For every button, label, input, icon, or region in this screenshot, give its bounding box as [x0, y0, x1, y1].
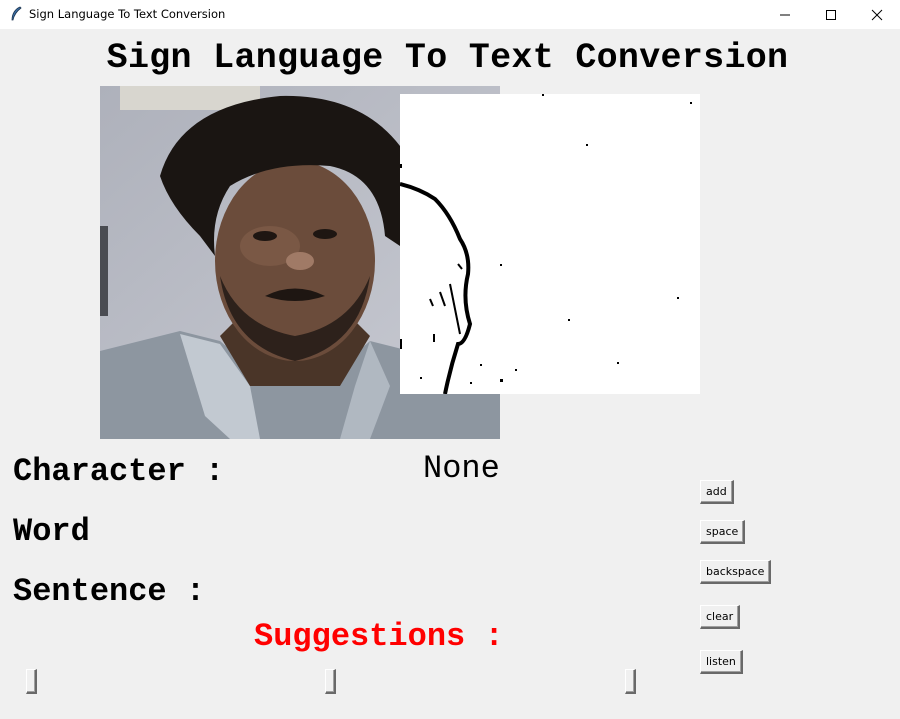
listen-button[interactable]: listen — [700, 650, 743, 674]
space-button[interactable]: space — [700, 520, 746, 544]
suggestion-button-1[interactable] — [26, 669, 37, 694]
page-title: Sign Language To Text Conversion — [106, 38, 789, 78]
window-title: Sign Language To Text Conversion — [29, 7, 226, 21]
character-label: Character : — [13, 453, 225, 490]
minimize-button[interactable] — [762, 0, 808, 29]
maximize-icon — [826, 9, 836, 20]
maximize-button[interactable] — [808, 0, 854, 29]
close-button[interactable] — [854, 0, 900, 29]
add-button[interactable]: add — [700, 480, 734, 504]
close-icon — [871, 9, 883, 20]
word-label: Word — [13, 513, 90, 550]
backspace-button[interactable]: backspace — [700, 560, 772, 584]
minimize-icon — [780, 14, 790, 15]
clear-button[interactable]: clear — [700, 605, 741, 629]
suggestion-button-3[interactable] — [625, 669, 636, 694]
tk-feather-icon — [11, 6, 22, 21]
processed-hand-image — [400, 94, 700, 394]
sentence-label: Sentence : — [13, 573, 206, 610]
suggestion-button-2[interactable] — [325, 669, 336, 694]
character-value: None — [423, 450, 500, 487]
window-titlebar: Sign Language To Text Conversion — [0, 0, 900, 29]
edge-image — [400, 94, 700, 394]
suggestions-label: Suggestions : — [254, 618, 504, 655]
